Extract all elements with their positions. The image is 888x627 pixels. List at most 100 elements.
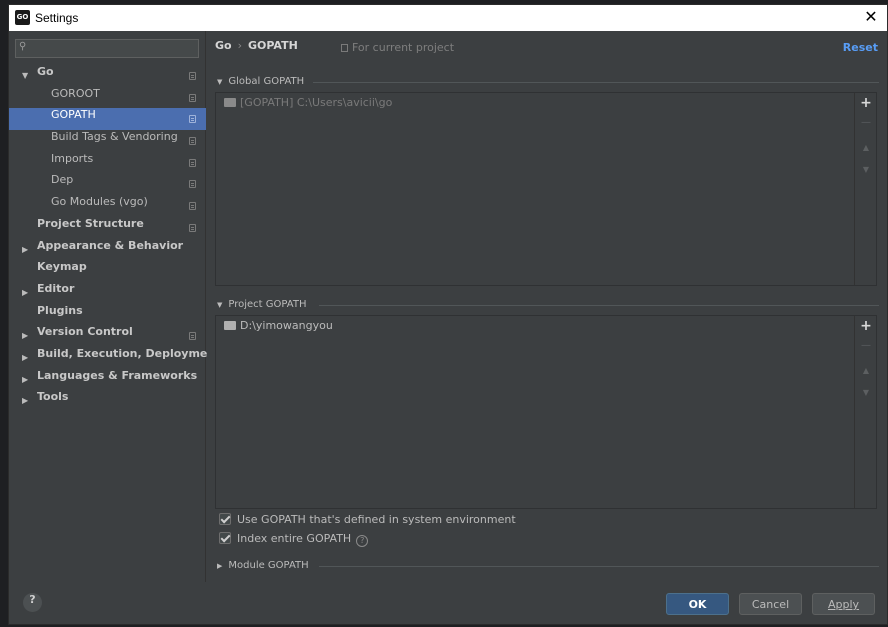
help-icon[interactable]: ? (356, 535, 369, 547)
sidebar-item-label: Version Control (37, 325, 133, 339)
apply-button[interactable]: Apply (812, 593, 875, 615)
sidebar-item-label: Plugins (37, 303, 83, 317)
use-system-gopath-option[interactable]: Use GOPATH that's defined in system envi… (219, 513, 516, 529)
sidebar-item-dep[interactable]: Dep (9, 173, 206, 195)
expanded-arrow-icon: ▼ (217, 301, 223, 309)
global-gopath-entries[interactable]: [GOPATH] C:\Users\avicii\go (216, 93, 856, 285)
sidebar-item-label: Build Tags & Vendoring (51, 130, 178, 144)
collapsed-arrow-icon[interactable]: ▶ (22, 390, 28, 412)
settings-search[interactable]: ⚲ (15, 39, 199, 58)
goland-app-icon: GO (15, 10, 30, 25)
title-bar: GO Settings ✕ (9, 5, 887, 31)
collapsed-arrow-icon[interactable]: ▶ (22, 369, 28, 391)
sidebar-item-label: Go Modules (vgo) (51, 195, 148, 209)
section-divider (319, 305, 879, 306)
project-gopath-header[interactable]: ▼ Project GOPATH (217, 299, 307, 310)
sidebar-item-go[interactable]: ▼ Go (9, 65, 206, 87)
sidebar-item-go-modules-vgo[interactable]: Go Modules (vgo) (9, 195, 206, 217)
project-gopath-toolbar: + — ▲ ▼ (854, 316, 876, 508)
global-gopath-list: [GOPATH] C:\Users\avicii\go + — ▲ ▼ (215, 92, 877, 286)
sidebar-item-imports[interactable]: Imports (9, 152, 206, 174)
global-gopath-toolbar: + — ▲ ▼ (854, 93, 876, 285)
scope-indicator: For current project (341, 41, 454, 54)
window-title: Settings (35, 11, 79, 25)
collapsed-arrow-icon[interactable]: ▶ (22, 325, 28, 347)
sidebar-item-languages-frameworks[interactable]: ▶ Languages & Frameworks (9, 369, 206, 391)
global-gopath-title: Global GOPATH (228, 76, 305, 87)
sidebar-item-editor[interactable]: ▶ Editor (9, 282, 206, 304)
sidebar-item-appearance-behavior[interactable]: ▶ Appearance & Behavior (9, 239, 206, 261)
sidebar-item-label: Imports (51, 151, 94, 165)
project-scope-icon (189, 158, 196, 167)
project-gopath-title: Project GOPATH (228, 299, 307, 310)
move-down-icon[interactable]: ▼ (855, 165, 877, 174)
ok-button[interactable]: OK (666, 593, 729, 615)
sidebar-item-tools[interactable]: ▶ Tools (9, 390, 206, 412)
collapsed-arrow-icon[interactable]: ▶ (22, 239, 28, 261)
settings-sidebar: ⚲ ▼ Go GOROOT GOPATH Build Tags & Vendoring I… (9, 31, 220, 582)
project-gopath-list: D:\yimowangyou + — ▲ ▼ (215, 315, 877, 509)
add-icon[interactable]: + (855, 318, 877, 334)
scope-label: For current project (352, 41, 455, 54)
sidebar-item-build-execution-deployment[interactable]: ▶ Build, Execution, Deployment (9, 347, 220, 369)
sidebar-item-label: Editor (37, 281, 75, 295)
sidebar-item-project-structure[interactable]: Project Structure (9, 217, 206, 239)
sidebar-item-plugins[interactable]: Plugins (9, 304, 206, 326)
sidebar-item-version-control[interactable]: ▶ Version Control (9, 325, 206, 347)
sidebar-item-goroot[interactable]: GOROOT (9, 87, 206, 109)
sidebar-item-build-tags-vendoring[interactable]: Build Tags & Vendoring (9, 130, 206, 152)
collapsed-arrow-icon[interactable]: ▶ (22, 347, 28, 369)
add-icon[interactable]: + (855, 95, 877, 111)
reset-link[interactable]: Reset (843, 41, 878, 54)
sidebar-item-gopath[interactable]: GOPATH (9, 108, 206, 131)
dialog-footer: ? OK Cancel Apply (9, 582, 887, 624)
use-system-gopath-label: Use GOPATH that's defined in system envi… (237, 513, 516, 526)
expanded-arrow-icon[interactable]: ▼ (22, 65, 28, 87)
move-up-icon[interactable]: ▲ (855, 366, 877, 375)
module-gopath-title: Module GOPATH (228, 560, 309, 571)
project-scope-icon (189, 223, 196, 232)
project-scope-icon (189, 72, 196, 80)
sidebar-item-label: GOROOT (51, 86, 100, 100)
search-icon: ⚲ (19, 41, 27, 52)
project-scope-icon (189, 137, 196, 146)
remove-icon[interactable]: — (855, 117, 877, 128)
project-scope-icon (189, 202, 196, 211)
index-entire-gopath-checkbox[interactable] (219, 532, 231, 544)
list-item[interactable]: D:\yimowangyou (224, 319, 333, 332)
section-divider (319, 566, 879, 567)
index-entire-gopath-option[interactable]: Index entire GOPATH? (219, 532, 369, 548)
project-scope-icon (189, 332, 196, 341)
remove-icon[interactable]: — (855, 340, 877, 351)
section-divider (313, 82, 879, 83)
project-gopath-entry: D:\yimowangyou (240, 319, 333, 332)
close-icon[interactable]: ✕ (861, 7, 881, 27)
sidebar-item-keymap[interactable]: Keymap (9, 260, 206, 282)
module-gopath-header[interactable]: ▶ Module GOPATH (217, 560, 309, 571)
use-system-gopath-checkbox[interactable] (219, 513, 231, 525)
folder-icon (224, 321, 236, 330)
project-scope-icon (341, 44, 348, 52)
collapsed-arrow-icon[interactable]: ▶ (22, 282, 28, 304)
search-input[interactable] (32, 41, 192, 56)
move-up-icon[interactable]: ▲ (855, 143, 877, 152)
sidebar-item-label: Build, Execution, Deployment (37, 346, 221, 360)
settings-dialog: GO Settings ✕ ⚲ ▼ Go GOROOT GOPATH Build Tag… (8, 4, 888, 625)
project-scope-icon (189, 93, 196, 102)
list-item[interactable]: [GOPATH] C:\Users\avicii\go (224, 96, 392, 109)
project-gopath-entries[interactable]: D:\yimowangyou (216, 316, 856, 508)
index-entire-gopath-label: Index entire GOPATH (237, 532, 352, 545)
settings-tree: ▼ Go GOROOT GOPATH Build Tags & Vendoring Imp… (9, 65, 220, 412)
global-gopath-header[interactable]: ▼ Global GOPATH (217, 76, 304, 87)
folder-icon (224, 98, 236, 107)
collapsed-arrow-icon: ▶ (217, 562, 223, 570)
breadcrumb-gopath: GOPATH (248, 39, 298, 52)
help-button[interactable]: ? (23, 593, 42, 612)
sidebar-item-label: Dep (51, 173, 74, 187)
sidebar-item-label: Tools (37, 390, 69, 404)
project-scope-icon (189, 115, 196, 124)
move-down-icon[interactable]: ▼ (855, 388, 877, 397)
breadcrumb-go[interactable]: Go (215, 39, 232, 52)
cancel-button[interactable]: Cancel (739, 593, 802, 615)
sidebar-item-label: Keymap (37, 260, 87, 274)
